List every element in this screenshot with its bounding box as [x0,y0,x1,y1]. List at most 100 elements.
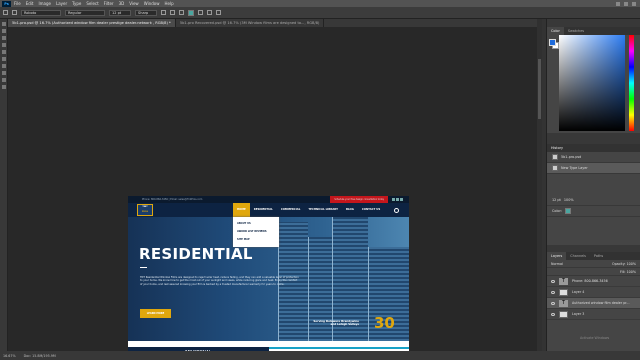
document-tab[interactable]: 5b1-pro Recovered.psd @ 16.7% (3M Window… [176,19,325,27]
search-icon [394,207,400,213]
foreground-color-swatch[interactable] [549,39,556,46]
nav-home: HOME [233,203,250,217]
align-left-icon[interactable] [161,10,166,15]
menu-layer[interactable]: Layer [56,1,67,6]
fill-field[interactable]: Fill: 100% [620,270,636,274]
visibility-eye-icon[interactable] [551,290,555,294]
layer-name: Layer 3 [572,312,585,316]
tab-color[interactable]: Color [547,27,564,35]
3d-icon[interactable] [216,10,221,15]
crop-tool-icon[interactable] [1,43,6,47]
eyedropper-tool-icon[interactable] [1,50,6,54]
text-layer-icon: T [559,299,568,307]
layer-row[interactable]: Layer 4 [547,287,640,298]
type-tool-icon[interactable] [3,10,8,15]
visibility-eye-icon[interactable] [551,312,555,316]
tab-paths[interactable]: Paths [590,252,607,260]
type-tool-icon[interactable] [1,71,6,75]
nav-technical-library: TECHNICAL LIBRARY [308,208,338,211]
tracking-field[interactable]: 100% [564,198,574,202]
minimize-icon[interactable] [616,1,620,6]
menu-edit[interactable]: Edit [26,1,34,6]
layer-thumbnail [559,310,568,318]
zoom-level[interactable]: 16.67% [3,354,16,358]
menu-filter[interactable]: Filter [104,1,114,6]
opacity-field[interactable]: Opacity: 100% [612,262,636,266]
font-family-select[interactable]: Roboto [21,9,61,16]
maximize-icon[interactable] [624,1,628,6]
visibility-eye-icon[interactable] [551,279,555,283]
document-tab-active[interactable]: 5b1-pro.psd @ 16.7% (Authorized window f… [8,19,176,27]
menu-file[interactable]: File [14,1,21,6]
tab-swatches[interactable]: Swatches [564,27,588,35]
layer-row-selected[interactable]: T Authorized window film dealer pr... [547,298,640,309]
status-bar: 16.67% Doc: 15.8M/195.9M [0,351,640,360]
layer-row[interactable]: T Phone: 800-866-3456 [547,276,640,287]
orientation-toggle-icon[interactable] [12,10,17,15]
menu-type[interactable]: Type [72,1,81,6]
menu-image[interactable]: Image [38,1,51,6]
dropdown-item: AWARD LIST REVIEWS [237,230,267,233]
nav-blog: BLOG [345,208,354,211]
size-field[interactable]: 12 pt [552,198,561,202]
blend-mode-select[interactable]: Normal [551,262,563,266]
fg-bg-swatches [549,39,559,49]
lasso-tool-icon[interactable] [1,36,6,40]
font-size-select[interactable]: 12 pt [109,9,131,16]
site-navbar: TINT PROS HOME RESIDENTIAL COMMERCIAL TEC… [128,203,409,217]
years-badge: 30 [374,314,395,332]
move-tool-icon[interactable] [1,22,6,26]
nav-dropdown: ABOUT US AWARD LIST REVIEWS SITE MAP [233,217,279,247]
color-picker-field[interactable] [559,35,625,131]
align-center-icon[interactable] [170,10,175,15]
hero-heading: RESIDENTIAL [139,245,253,263]
document-canvas[interactable]: Phone: 800-866-3456 | Email: sales@TintP… [128,196,409,356]
history-item[interactable]: 5b1-pro.psd [547,152,640,163]
text-color-swatch[interactable] [188,9,194,16]
facebook-icon [392,198,395,201]
anti-alias-select[interactable]: Sharp [135,9,157,16]
layer-name: Phone: 800-866-3456 [572,279,608,283]
menu-3d[interactable]: 3D [119,1,125,6]
serving-text: Serving Delaware Brandywine and Lehigh V… [313,319,359,327]
history-item[interactable]: New Type Layer [547,163,640,174]
visibility-eye-icon[interactable] [551,301,555,305]
font-style-select[interactable]: Regular [65,9,105,16]
properties-panel: 12 pt 100% Color: [547,195,640,245]
layer-row[interactable]: Layer 3 [547,309,640,320]
color-label: Color: [552,209,562,213]
menu-select[interactable]: Select [86,1,98,6]
close-icon[interactable] [632,1,636,6]
layer-name: Authorized window film dealer pr... [572,301,630,305]
warp-text-icon[interactable] [198,10,203,15]
site-topbar: Phone: 800-866-3456 | Email: sales@TintP… [128,196,409,203]
zoom-tool-icon[interactable] [1,85,6,89]
color-panel: Color Swatches [547,27,640,133]
nav-contact: CONTACT US [361,208,381,211]
tab-channels[interactable]: Channels [566,252,590,260]
menu-help[interactable]: Help [164,1,173,6]
layer-thumbnail [559,288,568,296]
text-color-swatch[interactable] [564,208,571,214]
logo-line1: TINT [142,206,148,208]
character-panel-icon[interactable] [207,10,212,15]
brush-tool-icon[interactable] [1,57,6,61]
history-item-label: 5b1-pro.psd [561,155,582,159]
marquee-tool-icon[interactable] [1,29,6,33]
align-right-icon[interactable] [179,10,184,15]
eraser-tool-icon[interactable] [1,64,6,68]
dropdown-item: ABOUT US [237,222,251,225]
hand-tool-icon[interactable] [1,78,6,82]
logo-line2: PROS [141,211,149,213]
hue-slider[interactable] [629,35,634,131]
scroll-thumb[interactable] [538,59,541,119]
menu-window[interactable]: Window [144,1,160,6]
dropdown-item: SITE MAP [237,238,250,241]
learn-more-button: LEARN MORE [140,309,171,318]
menu-view[interactable]: View [129,1,139,6]
social-links [392,198,403,201]
history-title: History [547,144,640,152]
history-item-label: New Type Layer [561,166,588,170]
window-controls [616,1,636,6]
tab-layers[interactable]: Layers [547,252,567,260]
